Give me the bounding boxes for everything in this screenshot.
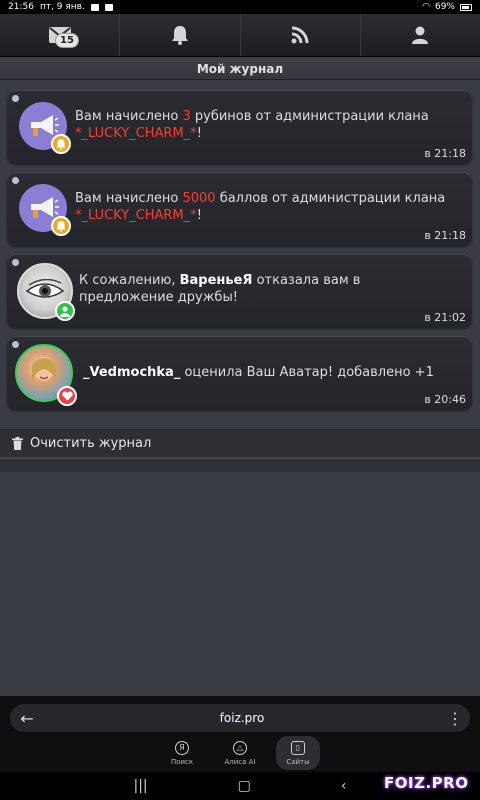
- entry-time: в 21:18: [424, 147, 466, 160]
- clan-link[interactable]: *_LUCKY_CHARM_*: [75, 208, 197, 223]
- user-link[interactable]: ВареньеЯ: [180, 273, 253, 288]
- rss-icon: [291, 26, 309, 44]
- user-badge-icon: [55, 301, 75, 321]
- unread-dot: [12, 95, 19, 102]
- browser-toolbar: ← foiz.pro ⋮ Я Поиск △ Алиса AI ▯ Сайты: [0, 696, 480, 772]
- avatar: [15, 344, 77, 406]
- unread-dot: [12, 341, 19, 348]
- entry-message: К сожалению, ВареньеЯ отказала вам в пре…: [79, 273, 361, 305]
- address-bar[interactable]: ← foiz.pro ⋮: [10, 704, 470, 732]
- journal-entry[interactable]: Вам начислено 3 рубинов от администрации…: [7, 90, 472, 164]
- unread-dot: [12, 177, 19, 184]
- avatar: [17, 263, 75, 321]
- alice-icon: △: [233, 740, 247, 755]
- battery-icon: [460, 3, 472, 11]
- clear-journal-button[interactable]: Очистить журнал: [0, 429, 480, 457]
- nav-mail[interactable]: 15: [0, 14, 121, 56]
- unread-dot: [12, 259, 19, 266]
- heart-badge-icon: [57, 386, 77, 406]
- entry-time: в 21:18: [424, 229, 466, 242]
- status-time: 21:56: [8, 2, 34, 12]
- amount: 3: [182, 109, 191, 124]
- divider: [0, 458, 480, 472]
- back-icon[interactable]: ‹: [341, 778, 347, 794]
- more-menu-icon[interactable]: ⋮: [440, 709, 470, 728]
- nav-profile[interactable]: [361, 14, 480, 56]
- avatar: [19, 102, 71, 154]
- entry-time: в 21:02: [424, 311, 466, 324]
- bell-icon: [171, 26, 188, 45]
- top-navigation: 15: [0, 14, 480, 57]
- entry-message: Вам начислено 5000 баллов от администрац…: [75, 191, 446, 223]
- amount: 5000: [182, 191, 216, 206]
- url-text[interactable]: foiz.pro: [44, 711, 440, 725]
- tab-alice[interactable]: △ Алиса AI: [218, 736, 262, 770]
- tab-search[interactable]: Я Поиск: [160, 736, 204, 770]
- bell-badge-icon: [51, 134, 71, 154]
- woman-photo-icon: [32, 357, 56, 381]
- status-date: пт, 9 янв.: [39, 2, 85, 12]
- journal-entry[interactable]: К сожалению, ВареньеЯ отказала вам в пре…: [7, 254, 472, 328]
- folder-icon: [104, 3, 113, 11]
- avatar: [19, 184, 71, 236]
- yandex-icon: Я: [175, 740, 189, 755]
- tab-label: Сайты: [286, 757, 310, 766]
- watermark-logo: FOIZ.PRO: [384, 774, 469, 792]
- user-icon: [412, 26, 429, 44]
- status-bar: 21:56 пт, 9 янв. ◠ 69%: [0, 0, 480, 14]
- tab-sites[interactable]: ▯ Сайты: [276, 736, 320, 770]
- tab-label: Поиск: [170, 757, 194, 766]
- clear-journal-label: Очистить журнал: [30, 436, 152, 451]
- mail-count-badge: 15: [55, 33, 79, 48]
- camera-icon: [90, 3, 99, 11]
- journal-entry[interactable]: Вам начислено 5000 баллов от администрац…: [7, 172, 472, 246]
- entry-time: в 20:46: [424, 393, 466, 406]
- tab-label: Алиса AI: [224, 757, 256, 766]
- battery-percent: 69%: [434, 2, 455, 12]
- entry-message: Вам начислено 3 рубинов от администрации…: [75, 109, 429, 141]
- back-arrow-icon[interactable]: ←: [10, 709, 44, 728]
- page-title: Мой журнал: [0, 58, 480, 80]
- nav-feed[interactable]: [241, 14, 361, 56]
- browser-tabs: Я Поиск △ Алиса AI ▯ Сайты: [0, 736, 480, 770]
- recent-apps-icon[interactable]: |||: [134, 778, 148, 794]
- entry-message: _Vedmochka_ оценила Ваш Аватар! добавлен…: [83, 365, 434, 380]
- clan-link[interactable]: *_LUCKY_CHARM_*: [75, 126, 197, 141]
- trash-icon: [12, 437, 23, 450]
- eye-sketch-icon: [25, 279, 65, 298]
- sites-icon: ▯: [291, 740, 305, 755]
- bell-badge-icon: [51, 216, 71, 236]
- wifi-icon: ◠: [422, 2, 430, 12]
- user-link[interactable]: _Vedmochka_: [83, 365, 180, 380]
- home-icon[interactable]: ▢: [238, 778, 251, 794]
- nav-notifications[interactable]: [120, 14, 241, 56]
- journal-entry[interactable]: _Vedmochka_ оценила Ваш Аватар! добавлен…: [7, 336, 472, 410]
